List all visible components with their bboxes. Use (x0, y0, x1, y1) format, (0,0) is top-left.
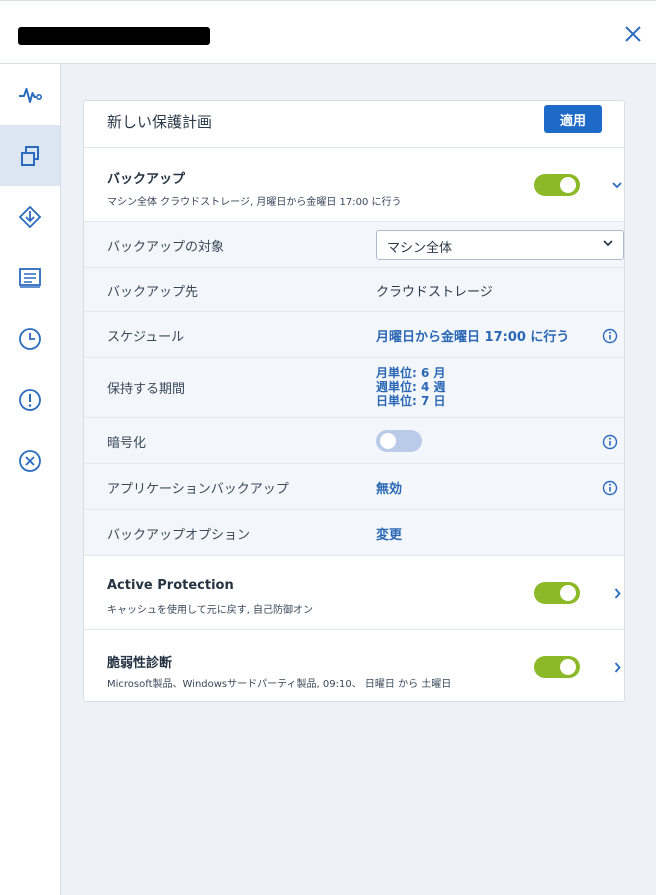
backup-target-select[interactable]: マシン全体 (376, 230, 624, 260)
backup-options-label: バックアップオプション (107, 528, 251, 543)
retention-daily: 日単位: 7 日 (376, 394, 446, 408)
sidebar-item-plans[interactable] (0, 125, 60, 186)
chevron-right-icon (614, 587, 621, 599)
active-protection-expand-button[interactable] (610, 586, 624, 600)
vulnerability-toggle[interactable] (534, 656, 580, 678)
chevron-down-icon (612, 181, 622, 188)
vulnerability-expand-button[interactable] (610, 660, 624, 674)
close-button[interactable] (620, 21, 646, 47)
chevron-down-icon (603, 240, 613, 247)
schedule-label: スケジュール (107, 330, 185, 345)
sidebar-item-revoke[interactable] (0, 430, 60, 491)
info-icon[interactable] (602, 328, 618, 344)
backup-section: バックアップ マシン全体 クラウドストレージ, 月曜日から金曜日 17:00 に… (84, 147, 624, 221)
plan-title: 新しい保護計画 (107, 113, 213, 131)
retention-link[interactable]: 月単位: 6 月 週単位: 4 週 日単位: 7 日 (376, 366, 446, 408)
retention-weekly: 週単位: 4 週 (376, 380, 446, 394)
active-protection-subtitle: キャッシュを使用して元に戻す, 自己防御オン (107, 605, 314, 616)
apply-button[interactable]: 適用 (544, 105, 602, 133)
backup-title: バックアップ (107, 172, 186, 187)
cancel-circle-icon (19, 449, 41, 472)
plan-header: 新しい保護計画 適用 (84, 101, 624, 143)
backup-subtitle: マシン全体 クラウドストレージ, 月曜日から金曜日 17:00 に行う (107, 197, 402, 208)
redacted-title (18, 27, 210, 45)
backup-destination-row: バックアップ先 クラウドストレージ (84, 267, 624, 311)
schedule-row: スケジュール 月曜日から金曜日 17:00 に行う (84, 311, 624, 357)
vulnerability-title: 脆弱性診断 (107, 656, 173, 671)
clock-icon (19, 327, 41, 350)
top-bar (0, 0, 656, 64)
sidebar-item-history[interactable] (0, 308, 60, 369)
active-protection-section: Active Protection キャッシュを使用して元に戻す, 自己防御オン (84, 555, 624, 629)
plans-icon (21, 145, 39, 166)
backup-options-link[interactable]: 変更 (376, 524, 402, 543)
encryption-toggle[interactable] (376, 430, 422, 452)
sidebar (0, 64, 61, 895)
chevron-right-icon (614, 661, 621, 673)
encryption-label: 暗号化 (107, 436, 147, 451)
main-panel: 新しい保護計画 適用 バックアップ マシン全体 クラウドストレージ, 月曜日から… (61, 64, 656, 895)
backup-options-row: バックアップオプション 変更 (84, 509, 624, 555)
sidebar-item-activity[interactable] (0, 64, 60, 125)
encryption-row: 暗号化 (84, 417, 624, 463)
info-icon[interactable] (602, 434, 618, 450)
alert-icon (19, 388, 41, 411)
app-backup-row: アプリケーションバックアップ 無効 (84, 463, 624, 509)
sidebar-item-recovery[interactable] (0, 186, 60, 247)
backup-destination-value: クラウドストレージ (376, 285, 493, 300)
backup-target-label: バックアップの対象 (107, 240, 225, 255)
report-icon (19, 267, 41, 288)
backup-collapse-button[interactable] (610, 178, 624, 192)
backup-target-row: バックアップの対象 マシン全体 (84, 221, 624, 267)
retention-row: 保持する期間 月単位: 6 月 週単位: 4 週 日単位: 7 日 (84, 357, 624, 417)
close-icon (625, 26, 641, 42)
sidebar-item-alerts[interactable] (0, 369, 60, 430)
backup-target-value: マシン全体 (387, 241, 453, 256)
activity-icon (19, 87, 42, 103)
protection-plan-card: 新しい保護計画 適用 バックアップ マシン全体 クラウドストレージ, 月曜日から… (83, 100, 625, 702)
retention-monthly: 月単位: 6 月 (376, 366, 446, 380)
app-backup-link[interactable]: 無効 (376, 478, 402, 497)
active-protection-title: Active Protection (107, 578, 234, 593)
schedule-link[interactable]: 月曜日から金曜日 17:00 に行う (376, 326, 569, 345)
recovery-icon (18, 205, 42, 228)
vulnerability-section: 脆弱性診断 Microsoft製品、Windowsサードパーティ製品, 09:1… (84, 629, 624, 701)
retention-label: 保持する期間 (107, 382, 186, 397)
backup-destination-label: バックアップ先 (107, 285, 199, 300)
app-backup-label: アプリケーションバックアップ (107, 482, 289, 497)
active-protection-toggle[interactable] (534, 582, 580, 604)
info-icon[interactable] (602, 480, 618, 496)
vulnerability-subtitle: Microsoft製品、Windowsサードパーティ製品, 09:10、 日曜日… (107, 679, 452, 690)
sidebar-item-reports[interactable] (0, 247, 60, 308)
backup-toggle[interactable] (534, 174, 580, 196)
